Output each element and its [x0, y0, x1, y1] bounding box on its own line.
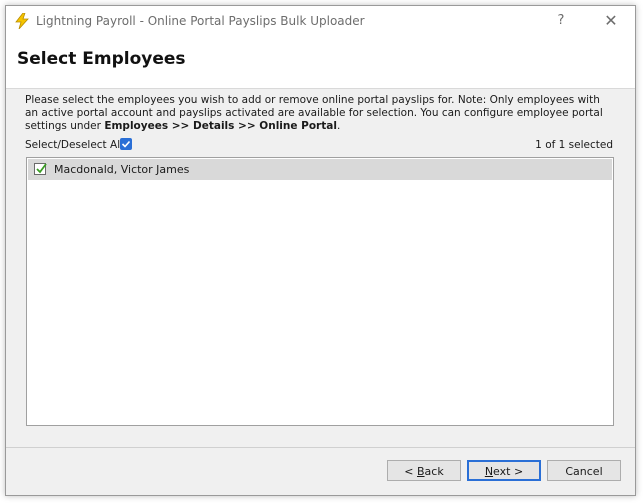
select-all-label: Select/Deselect All	[25, 139, 124, 151]
help-button[interactable]: ?	[551, 11, 571, 31]
uploader-window: Lightning Payroll - Online Portal Paysli…	[5, 5, 636, 496]
employee-list[interactable]: Macdonald, Victor James	[26, 157, 614, 426]
cancel-button[interactable]: Cancel	[547, 460, 621, 481]
employee-name: Macdonald, Victor James	[54, 163, 190, 176]
next-suffix: ext >	[493, 465, 524, 478]
next-accelerator: N	[484, 465, 494, 478]
back-accelerator: B	[417, 465, 425, 478]
lightning-bolt-icon	[15, 13, 29, 29]
checkmark-icon	[36, 163, 47, 174]
selected-count: 1 of 1 selected	[535, 139, 613, 151]
header-panel: Select Employees	[6, 36, 635, 89]
instructions-text: Please select the employees you wish to …	[25, 94, 609, 133]
page-title: Select Employees	[17, 49, 186, 69]
back-suffix: ack	[424, 465, 444, 478]
back-prefix: <	[404, 465, 417, 478]
select-all-checkbox[interactable]	[120, 138, 132, 150]
title-bar: Lightning Payroll - Online Portal Paysli…	[6, 6, 635, 36]
checkmark-icon	[121, 140, 131, 148]
window-title: Lightning Payroll - Online Portal Paysli…	[36, 14, 365, 28]
instructions-end: .	[336, 120, 341, 132]
employee-checkbox[interactable]	[34, 163, 47, 175]
back-button[interactable]: < Back	[387, 460, 461, 481]
next-button[interactable]: Next >	[467, 460, 541, 481]
footer-divider	[6, 447, 635, 448]
close-button[interactable]: ✕	[601, 11, 621, 31]
list-item[interactable]: Macdonald, Victor James	[28, 159, 612, 180]
instructions-path: Employees >> Details >> Online Portal	[104, 120, 337, 132]
